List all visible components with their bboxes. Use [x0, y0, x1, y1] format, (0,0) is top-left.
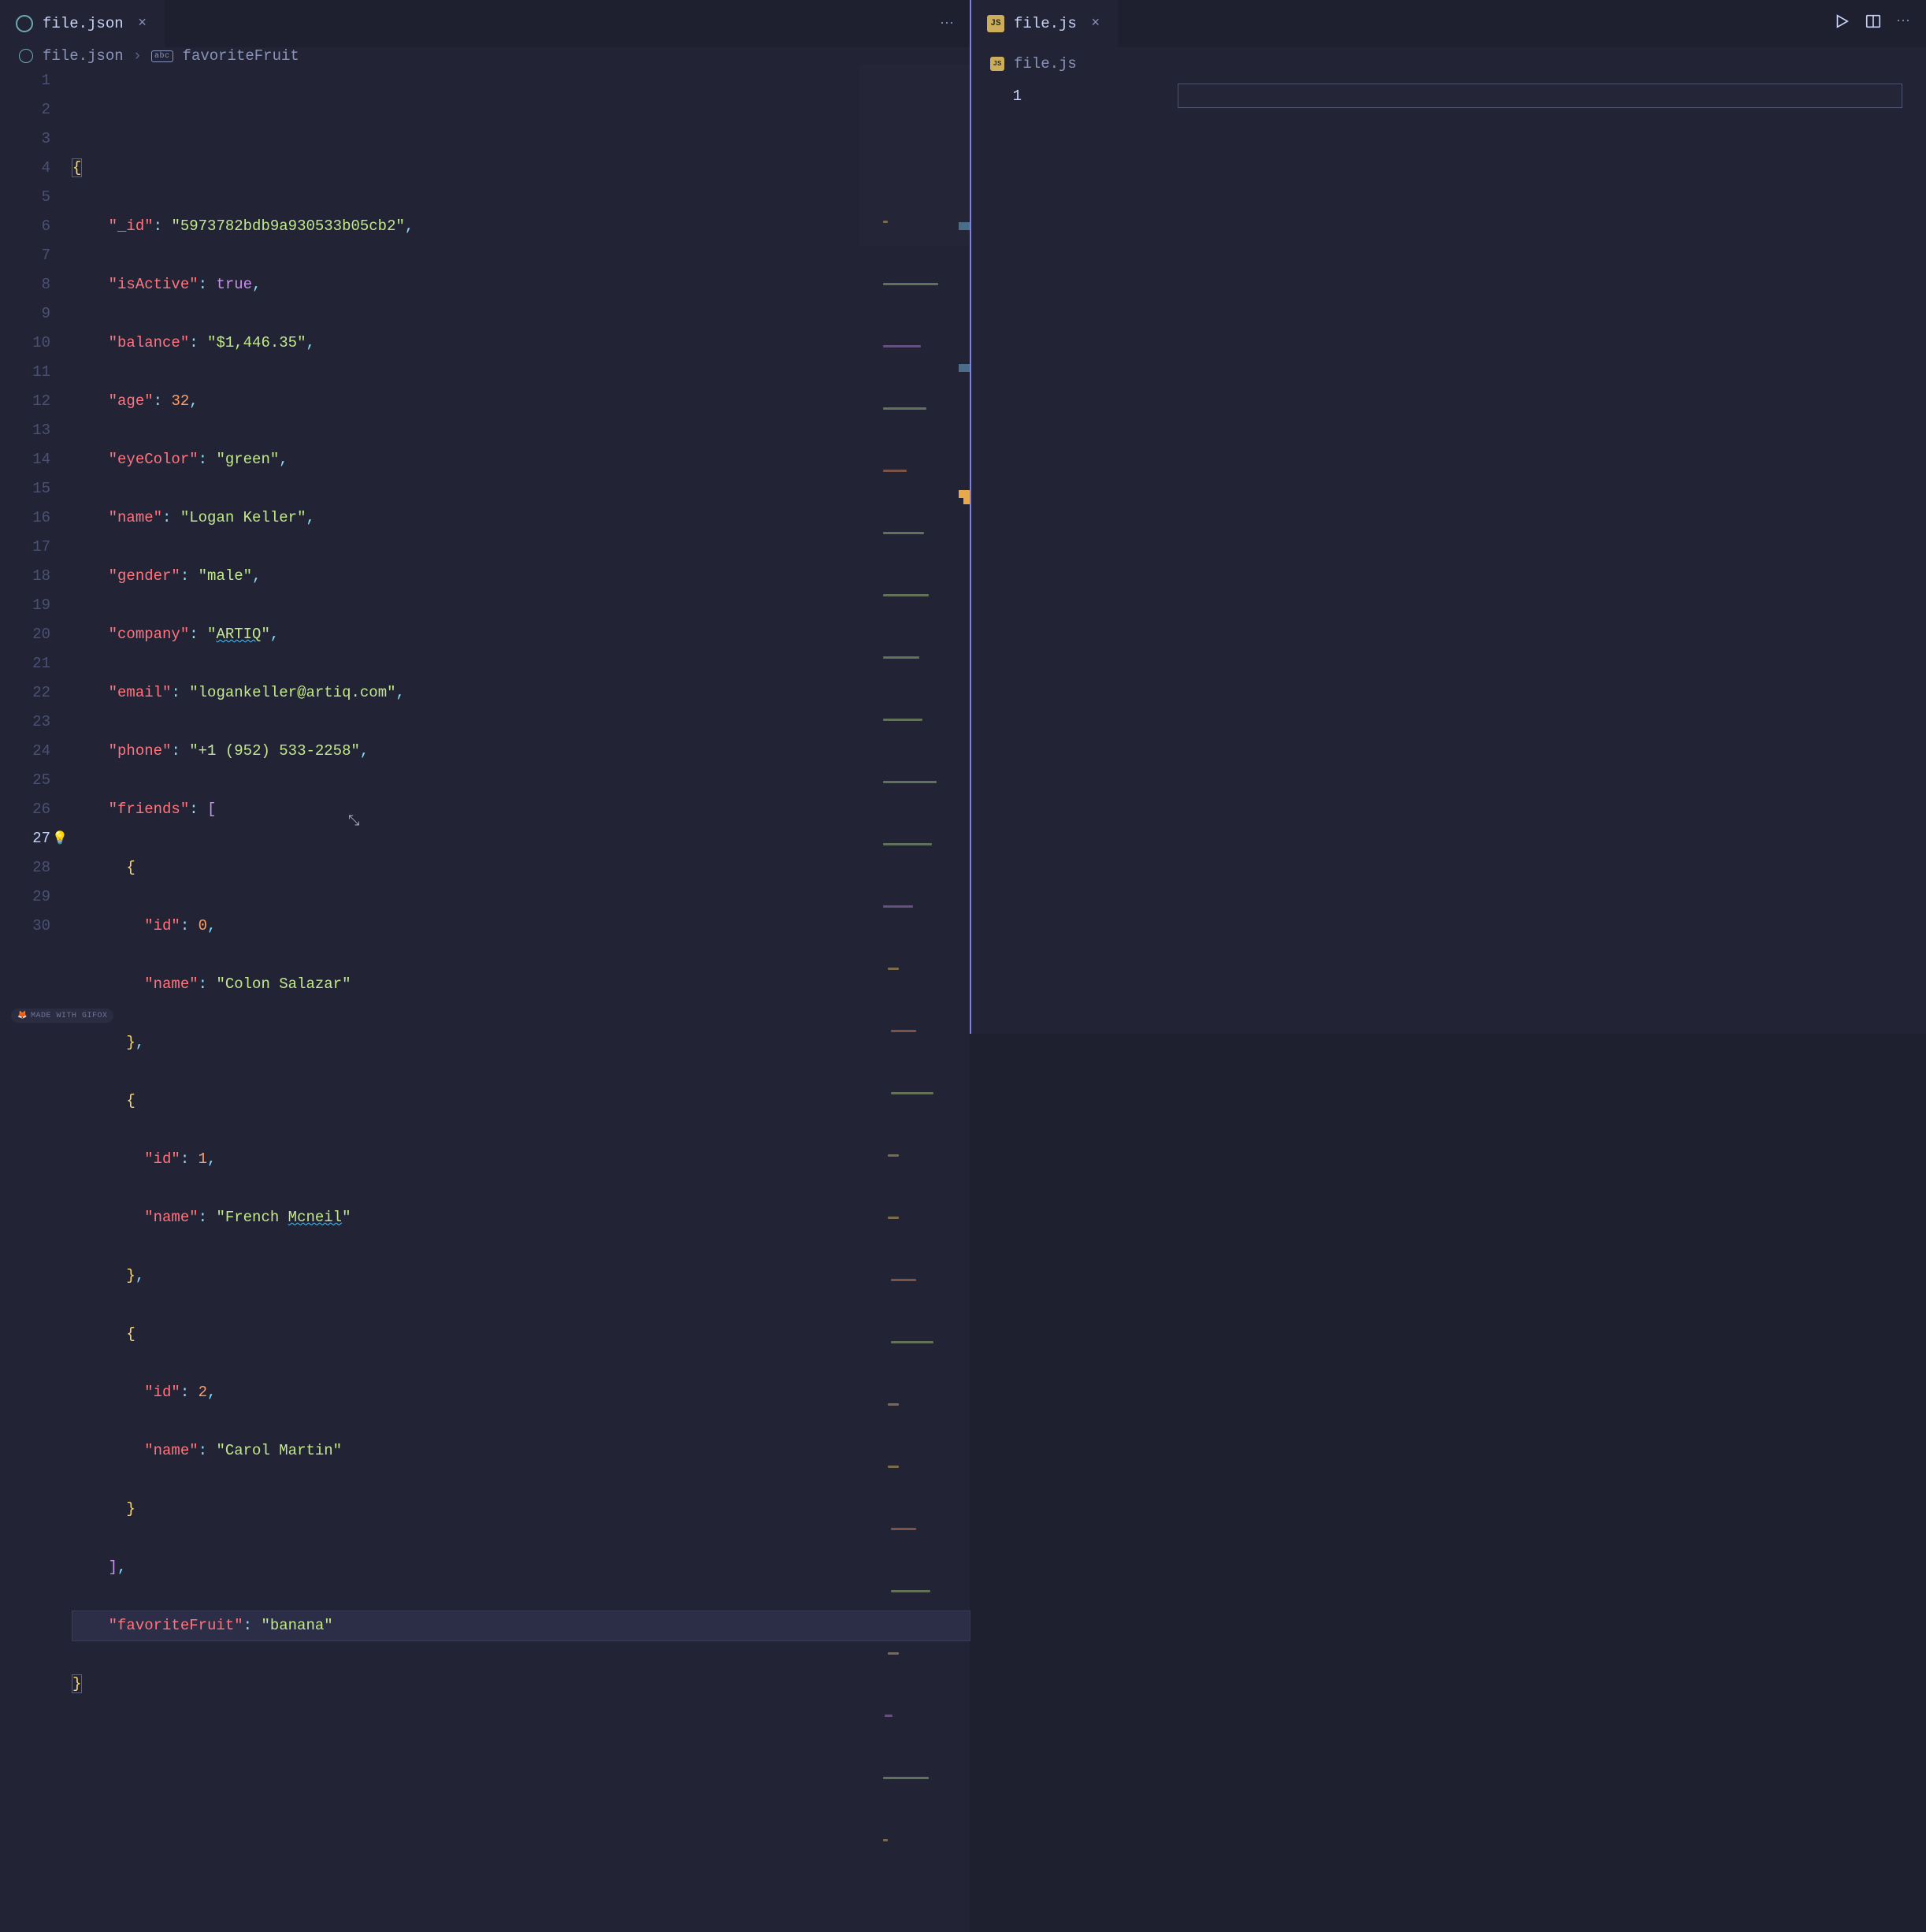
tab-bar-left: file.json × ⋯ [0, 0, 970, 47]
tab-file-js[interactable]: JS file.js × [971, 0, 1118, 47]
overview-ruler[interactable] [956, 80, 970, 1034]
close-icon[interactable]: × [1086, 16, 1105, 32]
breadcrumb-left[interactable]: file.json › abc favoriteFruit [0, 47, 970, 65]
code-content[interactable]: { "_id": "5973782bdb9a930533b05cb2", "is… [72, 65, 970, 1932]
tab-label: file.js [1014, 15, 1077, 32]
code-editor-left[interactable]: 1 2 3 4 5 6 7 8 9 10 11 12 13 14 15 16 1… [0, 65, 970, 1932]
json-icon [19, 49, 33, 63]
brace-open: { [72, 159, 81, 176]
breadcrumb-file[interactable]: file.json [43, 47, 124, 65]
overview-mark-info [959, 364, 970, 372]
breadcrumb-file[interactable]: file.js [1014, 55, 1077, 72]
code-content[interactable] [1044, 80, 1926, 1034]
current-line-highlight [1178, 84, 1902, 108]
js-icon: JS [990, 57, 1004, 71]
editor-pane-right: JS file.js × ⋯ JS file.js 1 [971, 0, 1926, 1034]
brace-close: } [72, 1675, 81, 1692]
symbol-string-icon: abc [151, 50, 173, 62]
close-icon[interactable]: × [133, 16, 152, 32]
editor-pane-left: file.json × ⋯ file.json › abc favoriteFr… [0, 0, 971, 1034]
more-icon[interactable]: ⋯ [940, 15, 954, 32]
tab-file-json[interactable]: file.json × [0, 0, 165, 47]
overview-mark-warning [963, 496, 970, 504]
watermark-badge: 🦊 MADE WITH GIFOX [11, 1009, 113, 1023]
tab-label: file.json [43, 15, 124, 32]
tab-bar-right: JS file.js × ⋯ [971, 0, 1926, 47]
line-number-gutter: 1 [971, 80, 1044, 1034]
overview-mark-info [959, 222, 970, 230]
run-icon[interactable] [1833, 13, 1850, 35]
fox-icon: 🦊 [17, 1011, 28, 1020]
line-number-gutter: 1 2 3 4 5 6 7 8 9 10 11 12 13 14 15 16 1… [0, 65, 72, 1932]
js-icon: JS [987, 15, 1004, 32]
chevron-right-icon: › [133, 47, 142, 65]
breadcrumb-right[interactable]: JS file.js [971, 47, 1926, 80]
breadcrumb-symbol[interactable]: favoriteFruit [183, 47, 299, 65]
json-icon [16, 15, 33, 32]
lightbulb-icon[interactable]: 💡 [52, 824, 68, 853]
code-editor-right[interactable]: 1 [971, 80, 1926, 1034]
more-icon[interactable]: ⋯ [1896, 13, 1910, 35]
minimap-viewport[interactable] [859, 65, 970, 246]
split-editor-icon[interactable] [1865, 13, 1882, 35]
minimap[interactable] [859, 65, 970, 1932]
